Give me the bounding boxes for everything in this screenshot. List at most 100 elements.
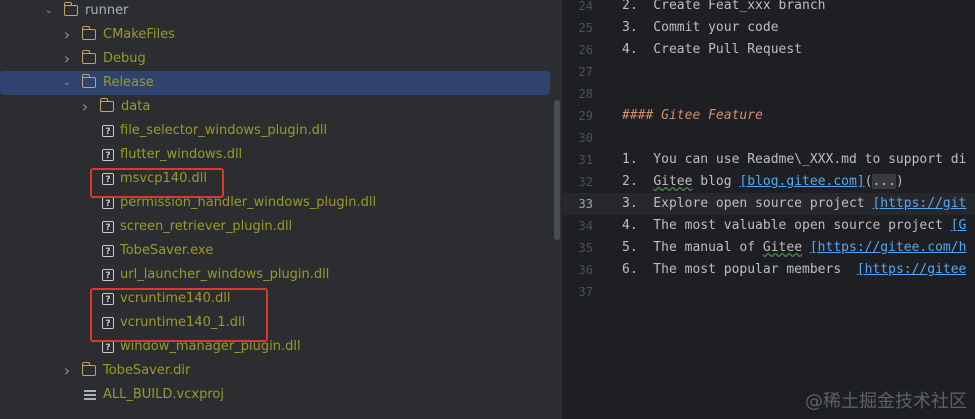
markdown-link[interactable]: [blog.gitee.com] bbox=[739, 174, 864, 189]
tree-item[interactable]: ⌄ Release bbox=[0, 71, 550, 95]
tree-item[interactable]: › Debug bbox=[0, 47, 550, 71]
chevron-right-icon[interactable]: › bbox=[61, 23, 73, 47]
tree-item-label: Release bbox=[103, 75, 154, 90]
tree-item[interactable]: ? permission_handler_windows_plugin.dll bbox=[0, 191, 550, 215]
code-line[interactable]: 27 bbox=[563, 61, 975, 83]
code-token: 3. Explore open source project bbox=[622, 196, 873, 211]
tree-item-label: TobeSaver.dir bbox=[103, 363, 191, 378]
folder-icon bbox=[81, 26, 96, 40]
code-line[interactable]: 25 3. Commit your code bbox=[563, 17, 975, 39]
tree-item-label: Debug bbox=[103, 51, 146, 66]
code-text: 3. Commit your code bbox=[622, 17, 779, 39]
folder-icon bbox=[81, 362, 96, 376]
tree-item[interactable]: › CMakeFiles bbox=[0, 23, 550, 47]
tree-item-label: CMakeFiles bbox=[103, 27, 175, 42]
chevron-down-icon[interactable]: ⌄ bbox=[61, 71, 73, 95]
chevron-down-icon[interactable]: ⌄ bbox=[43, 0, 55, 23]
line-number: 36 bbox=[578, 263, 593, 277]
line-number: 35 bbox=[578, 241, 593, 255]
markdown-link[interactable]: [https://gitee bbox=[857, 262, 967, 277]
code-line[interactable]: 35 5. The manual of Gitee [https://gitee.… bbox=[563, 237, 975, 259]
code-line[interactable]: 33 3. Explore open source project [https:… bbox=[563, 193, 975, 215]
chevron-right-icon[interactable]: › bbox=[61, 359, 73, 383]
tree-item[interactable]: ⌄ runner bbox=[0, 0, 550, 23]
highlight-box bbox=[90, 288, 268, 342]
tree-item-label: screen_retriever_plugin.dll bbox=[120, 219, 293, 234]
code-line[interactable]: 30 bbox=[563, 127, 975, 149]
tree-item[interactable]: › data bbox=[0, 95, 550, 119]
code-line[interactable]: 24 2. Create Feat_xxx branch bbox=[563, 0, 975, 17]
code-text: #### Gitee Feature bbox=[622, 105, 763, 127]
unknown-file-icon: ? bbox=[102, 197, 114, 209]
tree-item[interactable]: ? vcruntime140.dll bbox=[0, 287, 550, 311]
tree-item-label: runner bbox=[85, 3, 129, 18]
markdown-link[interactable]: [https://gitee.com/h bbox=[810, 240, 967, 255]
tree-item-label: data bbox=[121, 99, 151, 114]
code-text: 2. Create Feat_xxx branch bbox=[622, 0, 826, 17]
line-number: 29 bbox=[578, 109, 593, 123]
code-line[interactable]: 37 bbox=[563, 281, 975, 303]
code-token: 5. The manual of bbox=[622, 240, 763, 255]
line-number: 32 bbox=[578, 175, 593, 189]
code-line[interactable]: 34 4. The most valuable open source proje… bbox=[563, 215, 975, 237]
tree-item[interactable]: ? url_launcher_windows_plugin.dll bbox=[0, 263, 550, 287]
line-number: 30 bbox=[578, 131, 593, 145]
tree-item-label: url_launcher_windows_plugin.dll bbox=[120, 267, 330, 282]
line-number: 26 bbox=[578, 43, 593, 57]
tree-item-label: flutter_windows.dll bbox=[120, 147, 243, 162]
code-token: 4. Create Pull Request bbox=[622, 42, 803, 57]
highlight-box bbox=[90, 168, 224, 198]
tree-item[interactable]: ? window_manager_plugin.dll bbox=[0, 335, 550, 359]
line-number: 25 bbox=[578, 21, 593, 35]
tree-item[interactable]: ? TobeSaver.exe bbox=[0, 239, 550, 263]
code-line[interactable]: 31 1. You can use Readme\_XXX.md to suppo… bbox=[563, 149, 975, 171]
code-text: 2. Gitee blog [blog.gitee.com](...) bbox=[622, 171, 904, 193]
unknown-file-icon: ? bbox=[102, 221, 114, 233]
code-token: 2. bbox=[622, 174, 654, 189]
code-text: 4. Create Pull Request bbox=[622, 39, 802, 61]
code-token: Gitee bbox=[653, 174, 693, 189]
code-line[interactable]: 32 2. Gitee blog [blog.gitee.com](...) bbox=[563, 171, 975, 193]
unknown-file-icon: ? bbox=[102, 269, 114, 281]
tree-item[interactable]: ? flutter_windows.dll bbox=[0, 143, 550, 167]
project-tree: ⌄ runner › CMakeFiles › Debug ⌄ Release › data? fi… bbox=[0, 0, 563, 419]
markdown-link[interactable]: [G bbox=[951, 218, 967, 233]
markdown-link[interactable]: [https://git bbox=[872, 196, 966, 211]
line-number: 34 bbox=[578, 219, 593, 233]
code-line[interactable]: 28 bbox=[563, 83, 975, 105]
tree-scrollbar[interactable] bbox=[554, 100, 560, 240]
folder-icon bbox=[63, 2, 78, 16]
code-token: Gitee bbox=[762, 240, 803, 255]
code-line[interactable]: 29 #### Gitee Feature bbox=[563, 105, 975, 127]
code-line[interactable]: 26 4. Create Pull Request bbox=[563, 39, 975, 61]
project-file-icon bbox=[84, 390, 96, 400]
tree-item-label: file_selector_windows_plugin.dll bbox=[120, 123, 328, 138]
tree-item[interactable]: ? screen_retriever_plugin.dll bbox=[0, 215, 550, 239]
tree-item[interactable]: › TobeSaver.dir bbox=[0, 359, 550, 383]
code-editor[interactable]: 24 2. Create Feat_xxx branch 25 3. Commit y… bbox=[563, 0, 975, 419]
folder-icon bbox=[99, 98, 114, 112]
folded-region[interactable]: ... bbox=[872, 174, 896, 189]
tree-item[interactable]: ? file_selector_windows_plugin.dll bbox=[0, 119, 550, 143]
folder-icon bbox=[81, 50, 96, 64]
code-text: 1. You can use Readme\_XXX.md to support… bbox=[622, 149, 966, 171]
code-token: 3. Commit your code bbox=[622, 20, 779, 35]
chevron-right-icon[interactable]: › bbox=[61, 47, 73, 71]
chevron-right-icon[interactable]: › bbox=[79, 95, 91, 119]
code-token: #### Gitee Feature bbox=[622, 108, 763, 123]
code-text: 6. The most popular members [https://git… bbox=[622, 259, 966, 281]
unknown-file-icon: ? bbox=[102, 245, 114, 257]
tree-item-label: TobeSaver.exe bbox=[120, 243, 214, 258]
code-text: 5. The manual of Gitee [https://gitee.co… bbox=[622, 237, 966, 259]
code-token: 4. The most valuable open source project bbox=[622, 218, 951, 233]
unknown-file-icon: ? bbox=[102, 149, 114, 161]
tree-item[interactable]: ALL_BUILD.vcxproj bbox=[0, 383, 550, 407]
watermark: @稀土掘金技术社区 bbox=[805, 391, 967, 412]
line-number: 28 bbox=[578, 87, 593, 101]
code-token: 2. Create Feat_xxx branch bbox=[622, 0, 826, 13]
line-number: 33 bbox=[578, 197, 593, 211]
code-line[interactable]: 36 6. The most popular members [https://g… bbox=[563, 259, 975, 281]
tree-item[interactable]: ? vcruntime140_1.dll bbox=[0, 311, 550, 335]
line-number: 37 bbox=[578, 285, 593, 299]
tree-item[interactable]: ? msvcp140.dll bbox=[0, 167, 550, 191]
